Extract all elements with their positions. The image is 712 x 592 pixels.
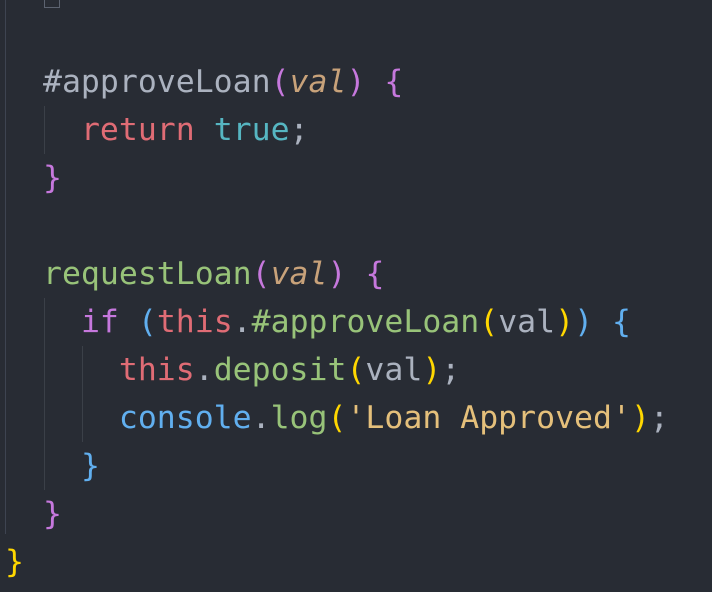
dot: . [251, 400, 271, 436]
paren-close: ) [574, 304, 594, 340]
this-keyword: this [156, 304, 233, 340]
arg-val: val [498, 304, 556, 340]
brace-open: { [384, 64, 404, 100]
boolean-true: true [213, 112, 290, 148]
code-line-close-requestLoan: } [43, 490, 62, 538]
if-keyword: if [80, 304, 119, 340]
brace-open: { [365, 256, 385, 292]
code-editor[interactable]: #approveLoan(val) { return true; } reque… [0, 0, 712, 592]
paren-open: ( [270, 64, 290, 100]
param-val: val [270, 256, 328, 292]
brace-close: } [43, 160, 62, 196]
code-line-approveLoan-decl: #approveLoan(val) { [43, 58, 403, 106]
method-name: requestLoan [43, 256, 252, 292]
paren-open: ( [251, 256, 271, 292]
code-line-if: if (this.#approveLoan(val)) { [43, 298, 631, 346]
string-literal: 'Loan Approved' [346, 400, 631, 436]
code-line-close-approveLoan: } [43, 154, 62, 202]
paren-open-inner: ( [479, 304, 499, 340]
brace-close: } [80, 448, 100, 484]
semicolon: ; [649, 400, 669, 436]
arg-val: val [365, 352, 423, 388]
method-call-deposit: deposit [213, 352, 347, 388]
code-line-close-if: } [43, 442, 100, 490]
paren-close: ) [630, 400, 650, 436]
this-keyword: this [118, 352, 195, 388]
paren-close-inner: ) [555, 304, 575, 340]
code-line-deposit: this.deposit(val); [43, 346, 460, 394]
private-method-name: #approveLoan [43, 64, 271, 100]
paren-close: ) [346, 64, 366, 100]
paren-open: ( [327, 400, 347, 436]
paren-open: ( [346, 352, 366, 388]
fold-marker-icon[interactable] [44, 0, 60, 8]
paren-close: ) [422, 352, 442, 388]
code-line-requestLoan-decl: requestLoan(val) { [43, 250, 384, 298]
dot: . [194, 352, 214, 388]
method-call-log: log [270, 400, 328, 436]
paren-open: ( [137, 304, 157, 340]
param-val: val [289, 64, 347, 100]
console-object: console [118, 400, 252, 436]
code-line-console-log: console.log('Loan Approved'); [43, 394, 669, 442]
brace-open: { [612, 304, 631, 340]
code-line-return: return true; [43, 106, 309, 154]
paren-close: ) [327, 256, 347, 292]
dot: . [232, 304, 252, 340]
private-method-call: #approveLoan [251, 304, 480, 340]
brace-close: } [43, 496, 62, 532]
semicolon: ; [441, 352, 461, 388]
code-line-close-class: } [5, 538, 24, 586]
return-keyword: return [80, 112, 195, 148]
brace-close: } [5, 544, 24, 580]
indent-guide-outer [5, 0, 6, 534]
semicolon: ; [289, 112, 309, 148]
